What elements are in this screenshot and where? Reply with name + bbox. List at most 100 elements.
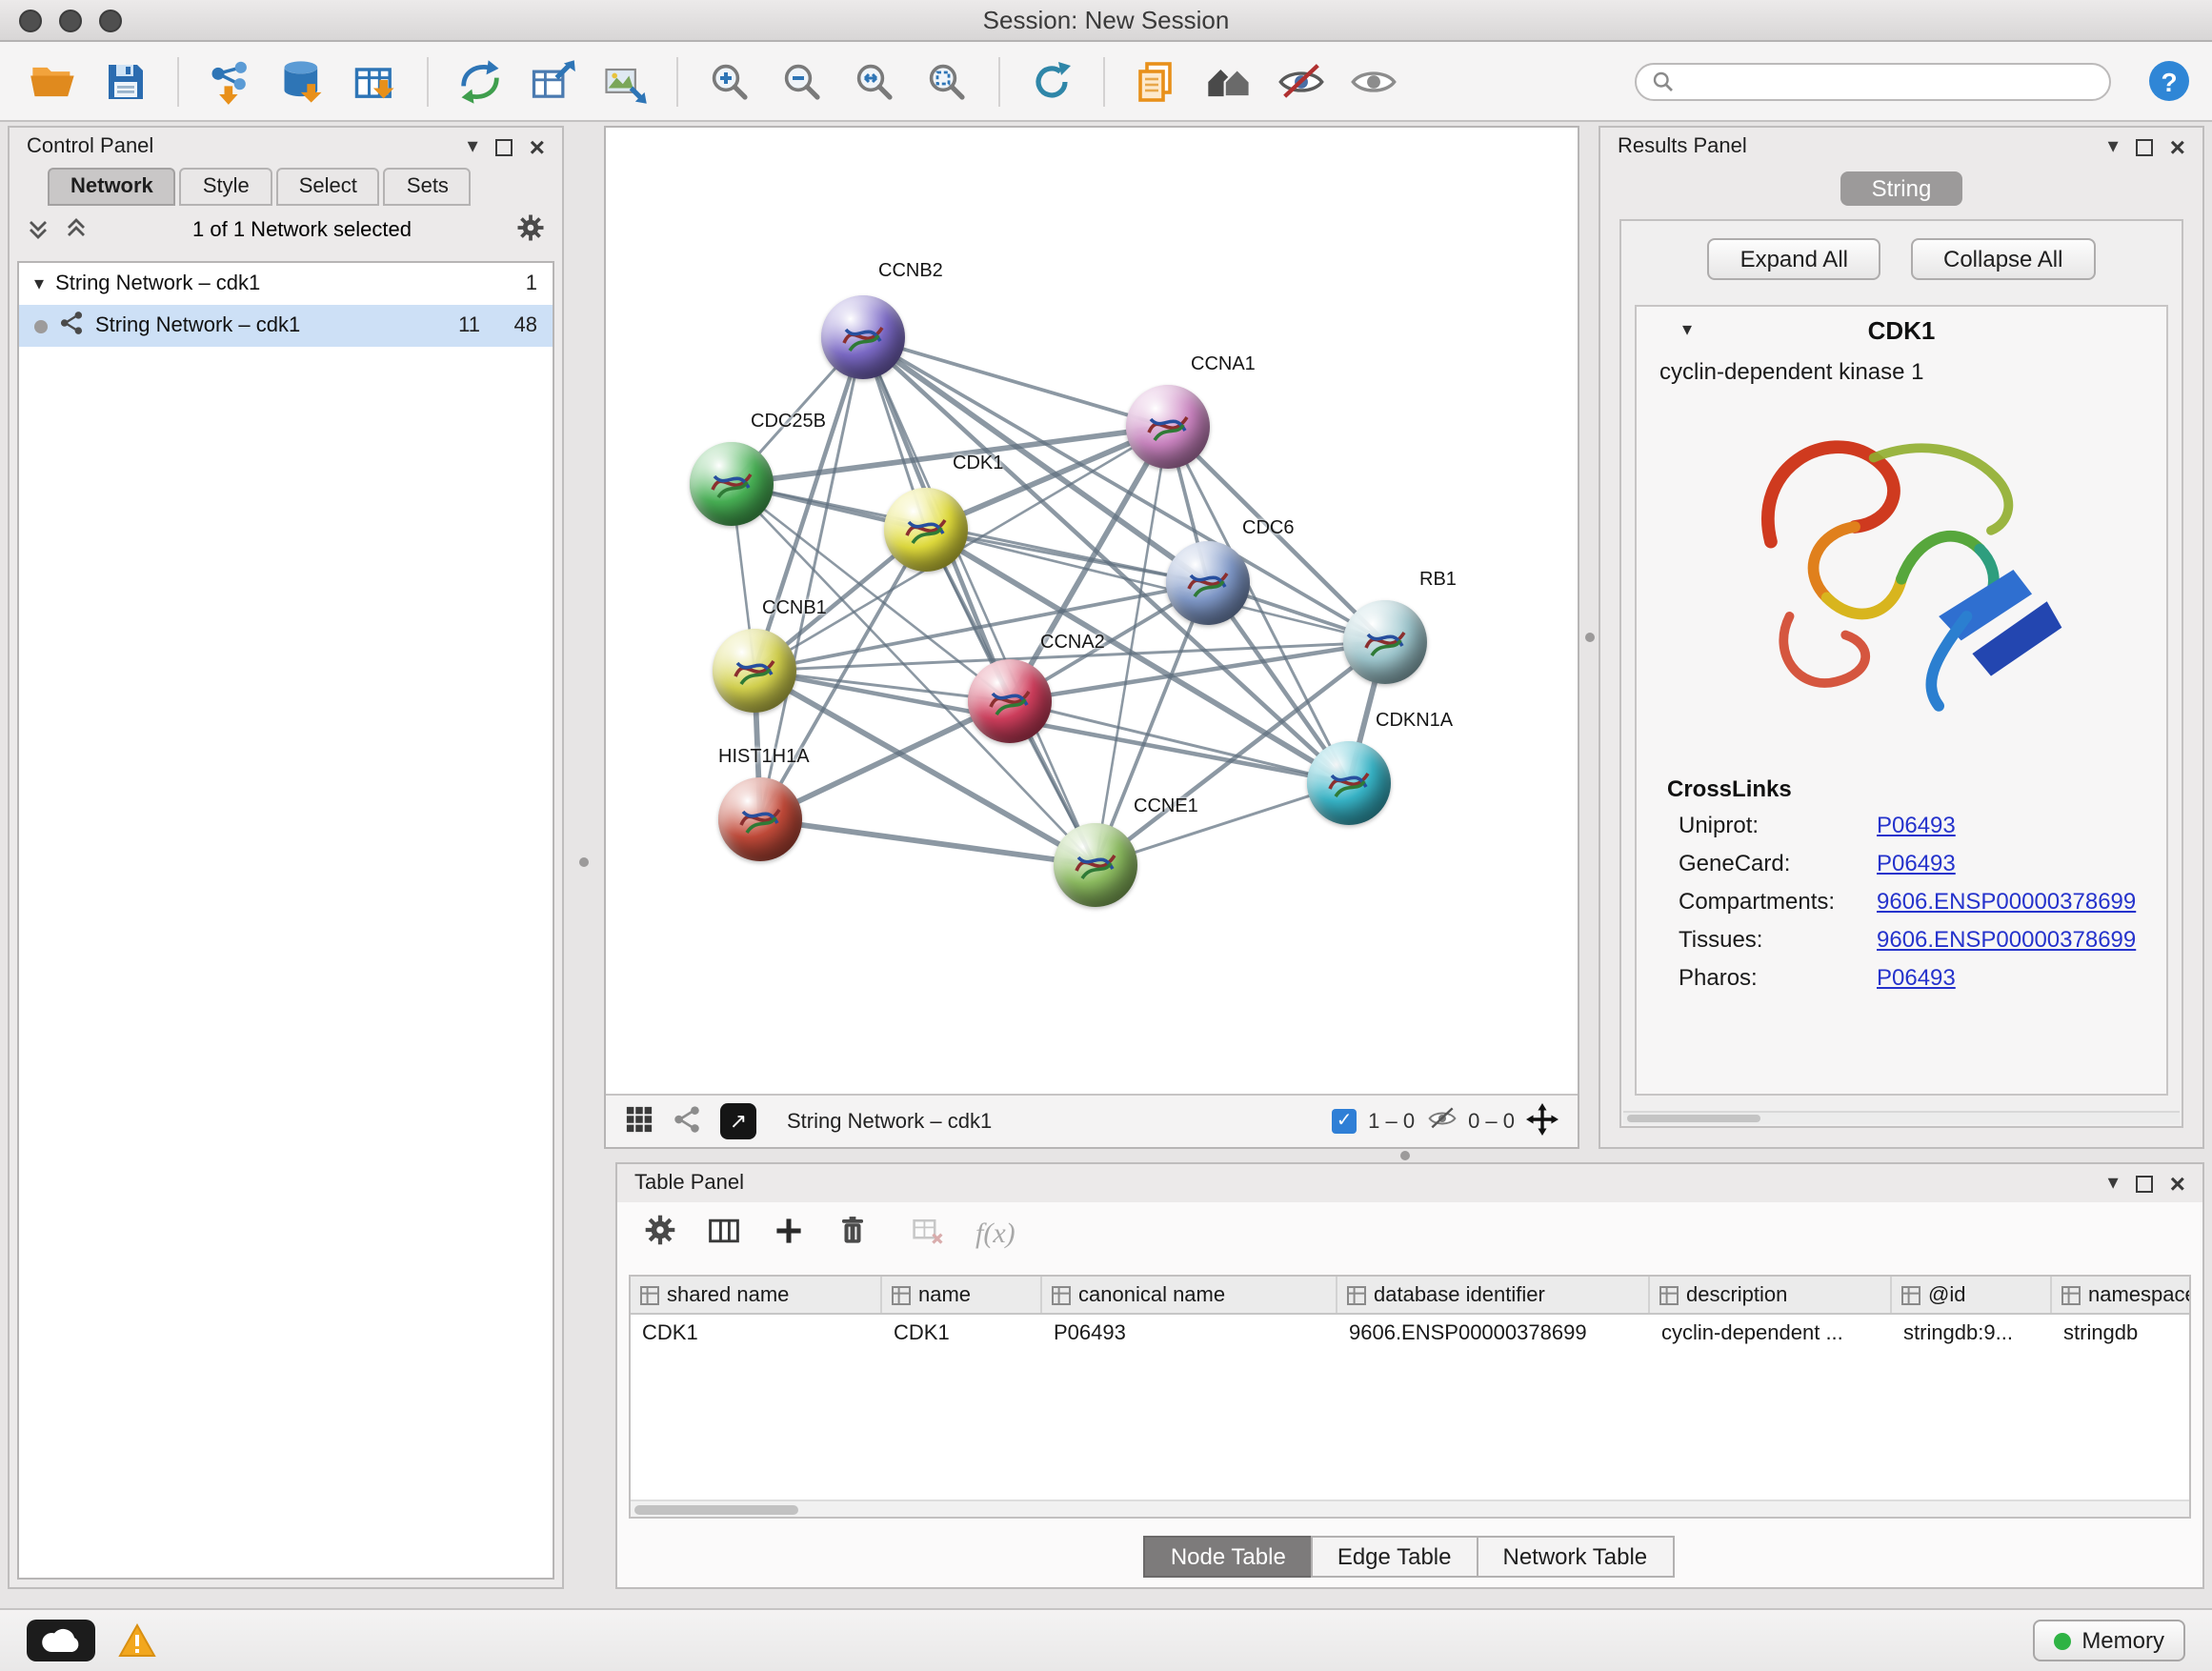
crosslink-link[interactable]: P06493 [1877, 812, 1956, 838]
table-cell[interactable]: P06493 [1042, 1322, 1337, 1345]
collapse-all-button[interactable]: Collapse All [1911, 238, 2095, 280]
column-header-database-identifier[interactable]: database identifier [1337, 1277, 1650, 1313]
close-panel-icon[interactable]: × [530, 136, 545, 157]
crosslink-link[interactable]: P06493 [1877, 850, 1956, 876]
splitter-handle[interactable] [579, 857, 589, 867]
network-tools-button[interactable] [450, 50, 511, 111]
table-toolbar: f(x) [617, 1202, 2202, 1267]
network-node-CCNA1[interactable] [1126, 385, 1210, 469]
search-input[interactable] [1686, 70, 2094, 92]
show-columns-icon[interactable] [707, 1213, 741, 1257]
tree-disclosure-icon[interactable]: ▾ [34, 273, 44, 294]
birdseye-view-toggle[interactable]: ↗ [720, 1103, 756, 1139]
network-node-CDKN1A[interactable] [1307, 741, 1391, 825]
grid-view-icon[interactable] [625, 1104, 654, 1138]
zoom-fit-button[interactable] [844, 50, 905, 111]
hide-graphics-details-button[interactable] [1271, 50, 1332, 111]
table-horizontal-scrollbar[interactable] [631, 1500, 2189, 1517]
network-node-CDC25B[interactable] [690, 442, 774, 526]
tab-network-table[interactable]: Network Table [1477, 1536, 1675, 1578]
float-panel-icon[interactable]: ▾ [468, 136, 478, 157]
search-box[interactable] [1635, 62, 2111, 100]
section-disclosure-icon[interactable]: ▾ [1682, 320, 1692, 341]
table-cell[interactable]: stringdb:9... [1892, 1322, 2052, 1345]
copy-button[interactable] [1126, 50, 1187, 111]
zoom-out-button[interactable] [772, 50, 833, 111]
maximize-panel-icon[interactable] [2136, 1175, 2153, 1192]
network-node-CDC6[interactable] [1166, 541, 1250, 625]
collapse-all-icon[interactable] [27, 216, 50, 245]
network-options-gear-icon[interactable] [516, 213, 545, 248]
network-canvas[interactable]: CCNB2CCNA1CDC25BCDK1CDC6RB1CCNB1CCNA2CDK… [606, 128, 1578, 1094]
tab-edge-table[interactable]: Edge Table [1311, 1536, 1478, 1578]
network-node-CCNE1[interactable] [1054, 823, 1137, 907]
help-button[interactable]: ? [2149, 61, 2189, 101]
selected-checkbox-icon[interactable]: ✓ [1332, 1109, 1357, 1134]
tab-sets[interactable]: Sets [384, 168, 472, 206]
import-network-from-file-button[interactable] [200, 50, 261, 111]
network-node-RB1[interactable] [1343, 600, 1427, 684]
results-tab-string[interactable]: String [1840, 171, 1962, 206]
zoom-in-button[interactable] [699, 50, 760, 111]
splitter-handle[interactable] [1400, 1151, 1410, 1160]
tab-node-table[interactable]: Node Table [1144, 1536, 1313, 1578]
zoom-selected-button[interactable] [916, 50, 977, 111]
crosslink-link[interactable]: 9606.ENSP00000378699 [1877, 926, 2136, 953]
float-panel-icon[interactable]: ▾ [2108, 1173, 2119, 1194]
close-panel-icon[interactable]: × [2170, 136, 2185, 157]
column-header-shared-name[interactable]: shared name [631, 1277, 882, 1313]
tab-select[interactable]: Select [276, 168, 380, 206]
network-overview-icon[interactable] [673, 1104, 701, 1138]
save-session-button[interactable] [95, 50, 156, 111]
maximize-window-button[interactable] [99, 10, 122, 32]
maximize-panel-icon[interactable] [495, 138, 513, 155]
network-node-CDK1[interactable] [884, 488, 968, 572]
table-cell[interactable]: CDK1 [631, 1322, 882, 1345]
show-graphics-details-button[interactable] [1343, 50, 1404, 111]
refresh-view-button[interactable] [1021, 50, 1082, 111]
delete-column-trash-icon[interactable] [836, 1214, 869, 1256]
cloud-button[interactable] [27, 1620, 95, 1661]
tab-network[interactable]: Network [48, 168, 176, 206]
network-node-CCNA2[interactable] [968, 659, 1052, 743]
close-panel-icon[interactable]: × [2170, 1173, 2185, 1194]
memory-button[interactable]: Memory [2032, 1620, 2185, 1661]
export-image-button[interactable] [594, 50, 655, 111]
tab-style[interactable]: Style [180, 168, 272, 206]
column-header-description[interactable]: description [1650, 1277, 1892, 1313]
column-header-canonical-name[interactable]: canonical name [1042, 1277, 1337, 1313]
network-node-CCNB2[interactable] [821, 295, 905, 379]
import-network-from-database-button[interactable] [272, 50, 333, 111]
column-header-name[interactable]: name [882, 1277, 1042, 1313]
table-cell[interactable]: stringdb [2052, 1322, 2191, 1345]
network-collection-row[interactable]: ▾ String Network – cdk1 1 [19, 263, 553, 305]
column-header--id[interactable]: @id [1892, 1277, 2052, 1313]
table-data-row[interactable]: CDK1CDK1P064939606.ENSP00000378699cyclin… [631, 1315, 2189, 1353]
splitter-handle[interactable] [1585, 633, 1595, 642]
table-cell[interactable]: CDK1 [882, 1322, 1042, 1345]
network-node-HIST1H1A[interactable] [718, 777, 802, 861]
crosslink-link[interactable]: 9606.ENSP00000378699 [1877, 888, 2136, 915]
create-column-plus-icon[interactable] [772, 1213, 806, 1257]
home-button[interactable] [1198, 50, 1259, 111]
expand-all-button[interactable]: Expand All [1708, 238, 1880, 280]
pan-crosshair-icon[interactable] [1526, 1102, 1558, 1140]
import-table-from-file-button[interactable] [345, 50, 406, 111]
maximize-panel-icon[interactable] [2136, 138, 2153, 155]
network-node-CCNB1[interactable] [713, 629, 796, 713]
export-table-button[interactable] [522, 50, 583, 111]
hidden-eye-slash-icon[interactable] [1426, 1105, 1457, 1137]
float-panel-icon[interactable]: ▾ [2108, 136, 2119, 157]
table-settings-gear-icon[interactable] [644, 1214, 676, 1256]
crosslink-link[interactable]: P06493 [1877, 964, 1956, 991]
expand-all-icon[interactable] [65, 216, 88, 245]
column-header-namespace[interactable]: namespace [2052, 1277, 2191, 1313]
open-session-button[interactable] [23, 50, 84, 111]
close-window-button[interactable] [19, 10, 42, 32]
warning-icon[interactable] [118, 1623, 156, 1667]
results-scrollbar[interactable] [1623, 1111, 2180, 1124]
minimize-window-button[interactable] [59, 10, 82, 32]
table-cell[interactable]: 9606.ENSP00000378699 [1337, 1322, 1650, 1345]
table-cell[interactable]: cyclin-dependent ... [1650, 1322, 1892, 1345]
network-row[interactable]: String Network – cdk1 11 48 [19, 305, 553, 347]
